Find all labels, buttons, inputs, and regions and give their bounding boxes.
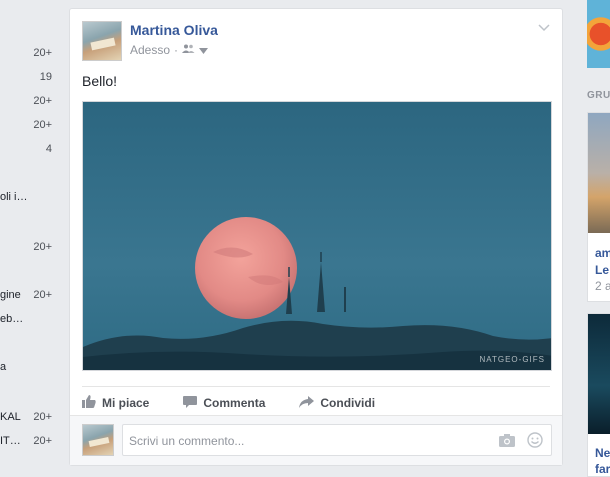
emoji-icon[interactable]	[527, 432, 543, 448]
share-label: Condividi	[320, 396, 376, 410]
sidebar-item[interactable]: 20+	[0, 117, 52, 133]
groups-heading: GRU	[587, 90, 610, 101]
group-cover-image	[588, 314, 610, 434]
sidebar-item[interactable]: 20+	[0, 93, 52, 109]
sidebar-item-label: IT…	[0, 435, 21, 447]
sidebar-item[interactable]: 4	[0, 141, 52, 157]
sidebar-item-count: 20+	[33, 241, 52, 253]
sidebar-item-count: 20+	[33, 47, 52, 59]
post-meta: Adesso ·	[130, 43, 209, 57]
dot-separator: ·	[174, 43, 179, 57]
sidebar-item[interactable]: eb…	[0, 311, 52, 327]
sidebar-item-count: 20+	[33, 411, 52, 423]
group-subtitle[interactable]: far	[595, 462, 610, 476]
comment-input-box[interactable]	[122, 424, 552, 456]
post-actions: Mi piace Commenta Condividi	[82, 393, 409, 413]
comment-label: Commenta	[203, 396, 266, 410]
group-card[interactable]: Ne far	[587, 313, 610, 477]
sidebar-item[interactable]: gine 20+	[0, 287, 52, 303]
like-label: Mi piace	[102, 396, 150, 410]
right-column: GRU am Le 2 a Ne far	[587, 0, 610, 477]
group-meta: 2 a	[595, 279, 610, 293]
post-text: Bello!	[82, 73, 118, 89]
camera-icon[interactable]	[499, 433, 515, 447]
comment-input[interactable]	[129, 432, 479, 450]
group-title[interactable]: Ne	[595, 446, 610, 460]
sidebar-item-label: oli i…	[0, 191, 28, 203]
divider	[82, 386, 550, 387]
share-icon	[299, 395, 315, 411]
audience-dropdown-icon[interactable]	[199, 43, 209, 57]
sidebar-item-count: 20+	[33, 289, 52, 301]
sidebar-item-label: KAL	[0, 411, 21, 423]
group-subtitle[interactable]: Le	[595, 263, 609, 277]
sidebar-item[interactable]: a	[0, 359, 52, 375]
post-options-chevron-icon[interactable]	[538, 23, 550, 33]
post-card: Martina Oliva Adesso · Bello! NATGEO-GIF…	[69, 8, 563, 466]
image-watermark: NATGEO-GIFS	[479, 355, 545, 364]
sidebar-item[interactable]: 20+	[0, 239, 52, 255]
comment-composer	[70, 415, 562, 465]
group-card[interactable]: am Le 2 a	[587, 112, 610, 302]
like-button[interactable]: Mi piace	[82, 395, 149, 411]
sidebar-item[interactable]: oli i…	[0, 189, 52, 205]
sidebar-item-count: 20+	[33, 95, 52, 107]
sidebar-item[interactable]: IT… 20+	[0, 433, 52, 449]
group-cover-image	[588, 113, 610, 233]
left-sidebar: 20+ 19 20+ 20+ 4 oli i… 20+ gine 20+ eb……	[0, 0, 58, 477]
sidebar-item-count: 20+	[33, 435, 52, 447]
group-title[interactable]: am	[595, 246, 610, 260]
share-button[interactable]: Condividi	[299, 395, 376, 411]
comment-icon	[183, 395, 198, 411]
sidebar-item-count: 19	[39, 71, 52, 83]
sidebar-item[interactable]: 20+	[0, 45, 52, 61]
sidebar-item-label: gine	[0, 289, 21, 301]
sidebar-item-count: 20+	[33, 119, 52, 131]
sidebar-item[interactable]: 19	[0, 69, 52, 85]
author-name[interactable]: Martina Oliva	[130, 22, 218, 38]
author-avatar[interactable]	[82, 21, 122, 61]
friends-icon[interactable]	[182, 43, 195, 57]
thumbs-up-icon	[82, 395, 96, 411]
post-time[interactable]: Adesso	[130, 43, 170, 57]
post-image[interactable]: NATGEO-GIFS	[82, 101, 552, 371]
sidebar-item-count: 4	[45, 143, 52, 155]
user-avatar[interactable]	[82, 424, 114, 456]
comment-button[interactable]: Commenta	[183, 395, 266, 411]
sidebar-item-label: eb…	[0, 313, 24, 325]
right-ad-image[interactable]	[587, 0, 610, 68]
sidebar-item-label: a	[0, 361, 7, 373]
sidebar-item[interactable]: KAL 20+	[0, 409, 52, 425]
